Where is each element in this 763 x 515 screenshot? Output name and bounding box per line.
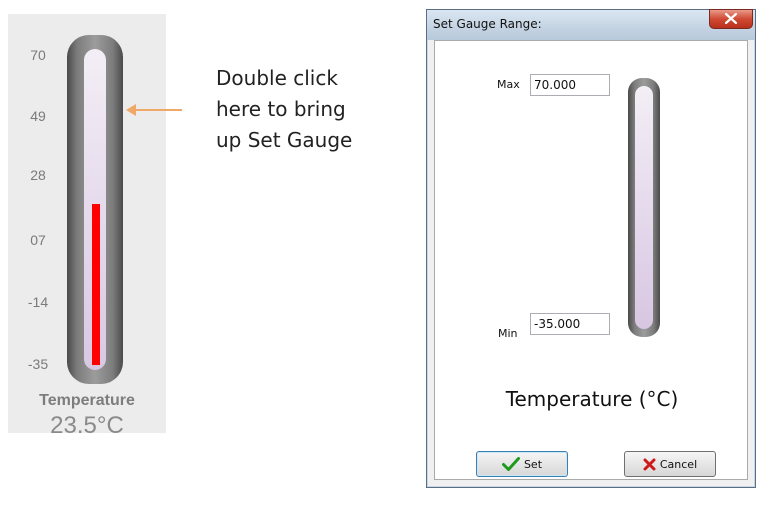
tick-label: 49 <box>30 108 46 124</box>
arrow-line <box>128 109 182 111</box>
x-icon <box>643 458 656 470</box>
min-input[interactable] <box>530 313 610 335</box>
gauge-title: Temperature <box>39 392 135 409</box>
close-button[interactable] <box>709 9 753 29</box>
dialog-titlebar[interactable]: Set Gauge Range: <box>427 9 755 40</box>
gauge-widget[interactable]: 70 49 28 07 -14 -35 Temperature 23.5°C <box>8 14 166 439</box>
tick-label: -35 <box>27 356 49 372</box>
max-input[interactable] <box>530 74 610 96</box>
cancel-button[interactable]: Cancel <box>624 451 716 477</box>
tick-label: 70 <box>30 47 46 63</box>
tick-label: -14 <box>27 294 49 310</box>
annotation-line: Double click <box>216 66 338 90</box>
annotation-line: here to bring <box>216 97 346 121</box>
dialog-title: Set Gauge Range: <box>433 17 542 31</box>
set-gauge-range-dialog: Set Gauge Range: Max Min Temperature (°C… <box>426 9 756 488</box>
gauge-value: 23.5°C <box>50 412 124 439</box>
annotation-line: up Set Gauge <box>216 128 353 152</box>
checkmark-icon <box>501 457 520 471</box>
min-label: Min <box>498 327 518 340</box>
cancel-button-label: Cancel <box>659 457 698 471</box>
dialog-gauge-title: Temperature (°C) <box>505 387 679 411</box>
annotation-note: Double click here to bring up Set Gauge <box>216 63 386 155</box>
set-button[interactable]: Set <box>476 451 568 477</box>
tick-label: 07 <box>30 232 46 248</box>
preview-thermometer-bore <box>635 86 653 329</box>
close-icon <box>725 13 737 24</box>
arrow-left-icon <box>126 104 136 116</box>
thermometer-fill <box>92 203 100 365</box>
set-button-label: Set <box>523 457 543 471</box>
max-label: Max <box>497 78 520 91</box>
dialog-body: Max Min Temperature (°C) Set Cancel <box>434 40 748 480</box>
tick-label: 28 <box>30 167 46 183</box>
